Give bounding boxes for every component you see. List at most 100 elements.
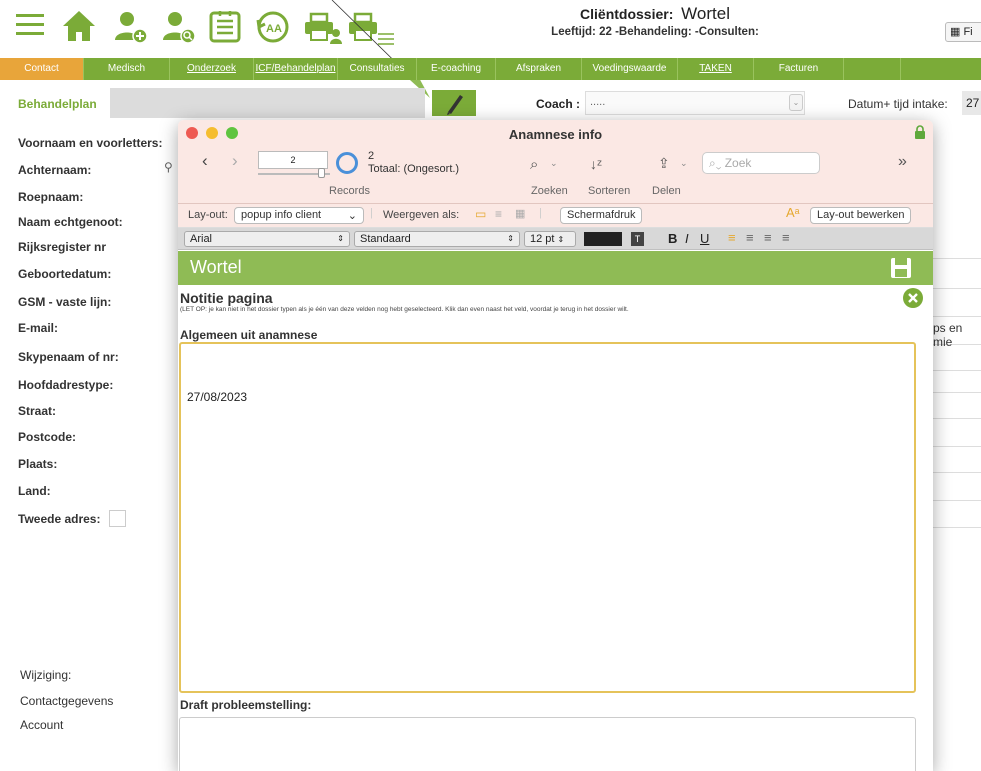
label-postcode: Postcode: [18,430,77,444]
nav-tab-label: Afspraken [515,63,562,74]
text-format-icon[interactable]: Aᵃ [786,205,800,220]
nav-tab-facturen[interactable]: Facturen [754,58,844,80]
behandelplan-label: Behandelplan [18,97,97,111]
size-value: 12 pt [530,233,555,245]
bold-button[interactable]: B [668,231,677,246]
chevron-down-icon[interactable]: ⌄ [550,158,558,169]
algemeen-textarea[interactable]: 27/08/2023 [179,342,916,693]
label-tweede-adres: Tweede adres: [18,512,101,526]
next-record-button[interactable]: › [232,151,238,171]
align-right-icon[interactable]: ≡ [764,230,772,245]
label-wijziging: Wijziging: [20,668,72,682]
search-input[interactable]: ⌕⌄ Zoek [702,152,820,174]
underline-button[interactable]: U [700,231,709,246]
weergeven-label: Weergeven als: [383,209,460,221]
chevron-down-icon[interactable]: ⌄ [680,158,688,169]
nav-tab-taken[interactable]: TAKEN [678,58,754,80]
text-color-swatch[interactable] [584,232,622,246]
highlight-icon[interactable]: T [631,232,644,246]
record-pie-icon [336,152,358,174]
label-contactgegevens: Contactgegevens [20,694,114,708]
coach-label: Coach : [536,97,581,111]
label-land: Land: [18,484,51,498]
schermafdruk-button[interactable]: Schermafdruk [560,207,643,224]
nav-tab-label: Facturen [778,63,819,74]
nav-tab-label: Contact [24,63,59,74]
record-slider-knob[interactable] [318,168,325,178]
fiche-button[interactable]: ▦ Fi [945,22,981,42]
share-icon[interactable]: ⇪ [658,155,670,172]
prev-record-button[interactable]: ‹ [202,151,208,171]
sorteren-label: Sorteren [588,185,631,197]
layout-select[interactable]: popup info client ⌄ [234,207,364,224]
label-gsm: GSM - vaste lijn: [18,295,112,309]
table-view-icon[interactable]: ▦ [515,207,525,220]
edit-layout-button[interactable]: Lay-out bewerken [810,207,912,224]
save-icon[interactable] [890,257,912,279]
list-view-icon[interactable]: ≡ [495,207,502,221]
checklist-icon[interactable] [208,10,242,44]
intake-label: Datum+ tijd intake: [848,97,948,111]
nav-tab-voedingswaarde[interactable]: Voedingswaarde [582,58,678,80]
draft-textarea[interactable] [179,717,916,771]
chevron-down-icon[interactable]: ⌄ [789,94,803,111]
history-icon[interactable]: AA [255,10,291,44]
home-icon[interactable] [62,10,96,42]
font-value: Arial [190,233,213,245]
nav-tab-onderzoek[interactable]: Onderzoek [170,58,254,80]
header-subtitle: Leeftijd: 22 -Behandeling: -Consulten: [551,26,759,38]
records-label: Records [329,185,370,197]
nav-tab-contact[interactable]: Contact [0,58,84,80]
layout-bar: Lay-out: popup info client ⌄ | Weergeven… [178,204,933,228]
style-select[interactable]: Standaard ⇕ [354,231,520,247]
main-nav: Contact Medisch Onderzoek ICF/Behandelplan C… [0,58,981,80]
label-straat: Straat: [18,404,57,418]
nav-tab-label: E-coaching [430,63,482,74]
draft-label: Draft probleemstelling: [180,698,312,712]
nav-tab-afspraken[interactable]: Afspraken [496,58,582,80]
label-email: E-mail: [18,321,59,335]
zoeken-label: Zoeken [531,185,568,197]
tweede-adres-checkbox[interactable] [109,510,126,527]
client-name: Wortel [681,4,730,23]
record-title: Wortel [190,257,242,277]
close-icon[interactable] [902,287,924,309]
record-total-count: 2 [368,150,375,162]
font-select[interactable]: Arial ⇕ [184,231,350,247]
add-client-icon[interactable] [114,10,148,44]
nav-tab-medisch[interactable]: Medisch [84,58,170,80]
label-hoofdadrestype: Hoofdadrestype: [18,378,114,392]
form-view-icon[interactable]: ▭ [475,207,486,221]
italic-button[interactable]: I [685,231,689,246]
more-chevrons-icon[interactable]: » [898,153,907,171]
nav-tab-label: Onderzoek [187,63,236,74]
intake-field[interactable]: 27 [962,91,981,115]
record-number-input[interactable]: 2 [258,151,328,169]
header-title-prefix: Cliëntdossier: [580,6,674,22]
label-roepnaam: Roepnaam: [18,190,84,204]
label-skype: Skypenaam of nr: [18,350,119,364]
divider: | [370,207,373,219]
nav-tab-icf-behandelplan[interactable]: ICF/Behandelplan [254,58,338,80]
coach-select[interactable]: ..... [585,91,805,115]
pen-button[interactable] [432,90,476,116]
align-left-icon[interactable]: ≡ [728,230,736,245]
search-icon[interactable]: ⌕ [530,156,538,173]
nav-tab-label: Consultaties [349,63,405,74]
contact-icon[interactable]: ⚲ [164,160,173,174]
align-justify-icon[interactable]: ≡ [782,230,790,245]
menu-icon[interactable] [16,12,44,38]
algemeen-text: 27/08/2023 [187,390,248,404]
behandelplan-field[interactable] [110,88,425,118]
search-client-icon[interactable] [162,10,196,44]
nav-tab-consultaties[interactable]: Consultaties [338,58,417,80]
align-center-icon[interactable]: ≡ [746,230,754,245]
sort-icon[interactable]: ↓ᶻ [590,156,602,172]
size-select[interactable]: 12 pt ⇕ [524,231,576,247]
nav-tab-label: TAKEN [699,63,732,74]
nav-tab-e-coaching[interactable]: E-coaching [417,58,496,80]
record-header-bar: Wortel [178,251,933,285]
nav-tab-label: ICF/Behandelplan [255,63,336,74]
label-account: Account [20,718,64,732]
anamnese-popup-window: Anamnese info ‹ › 2 2 Totaal: (Ongesort.… [178,120,933,771]
